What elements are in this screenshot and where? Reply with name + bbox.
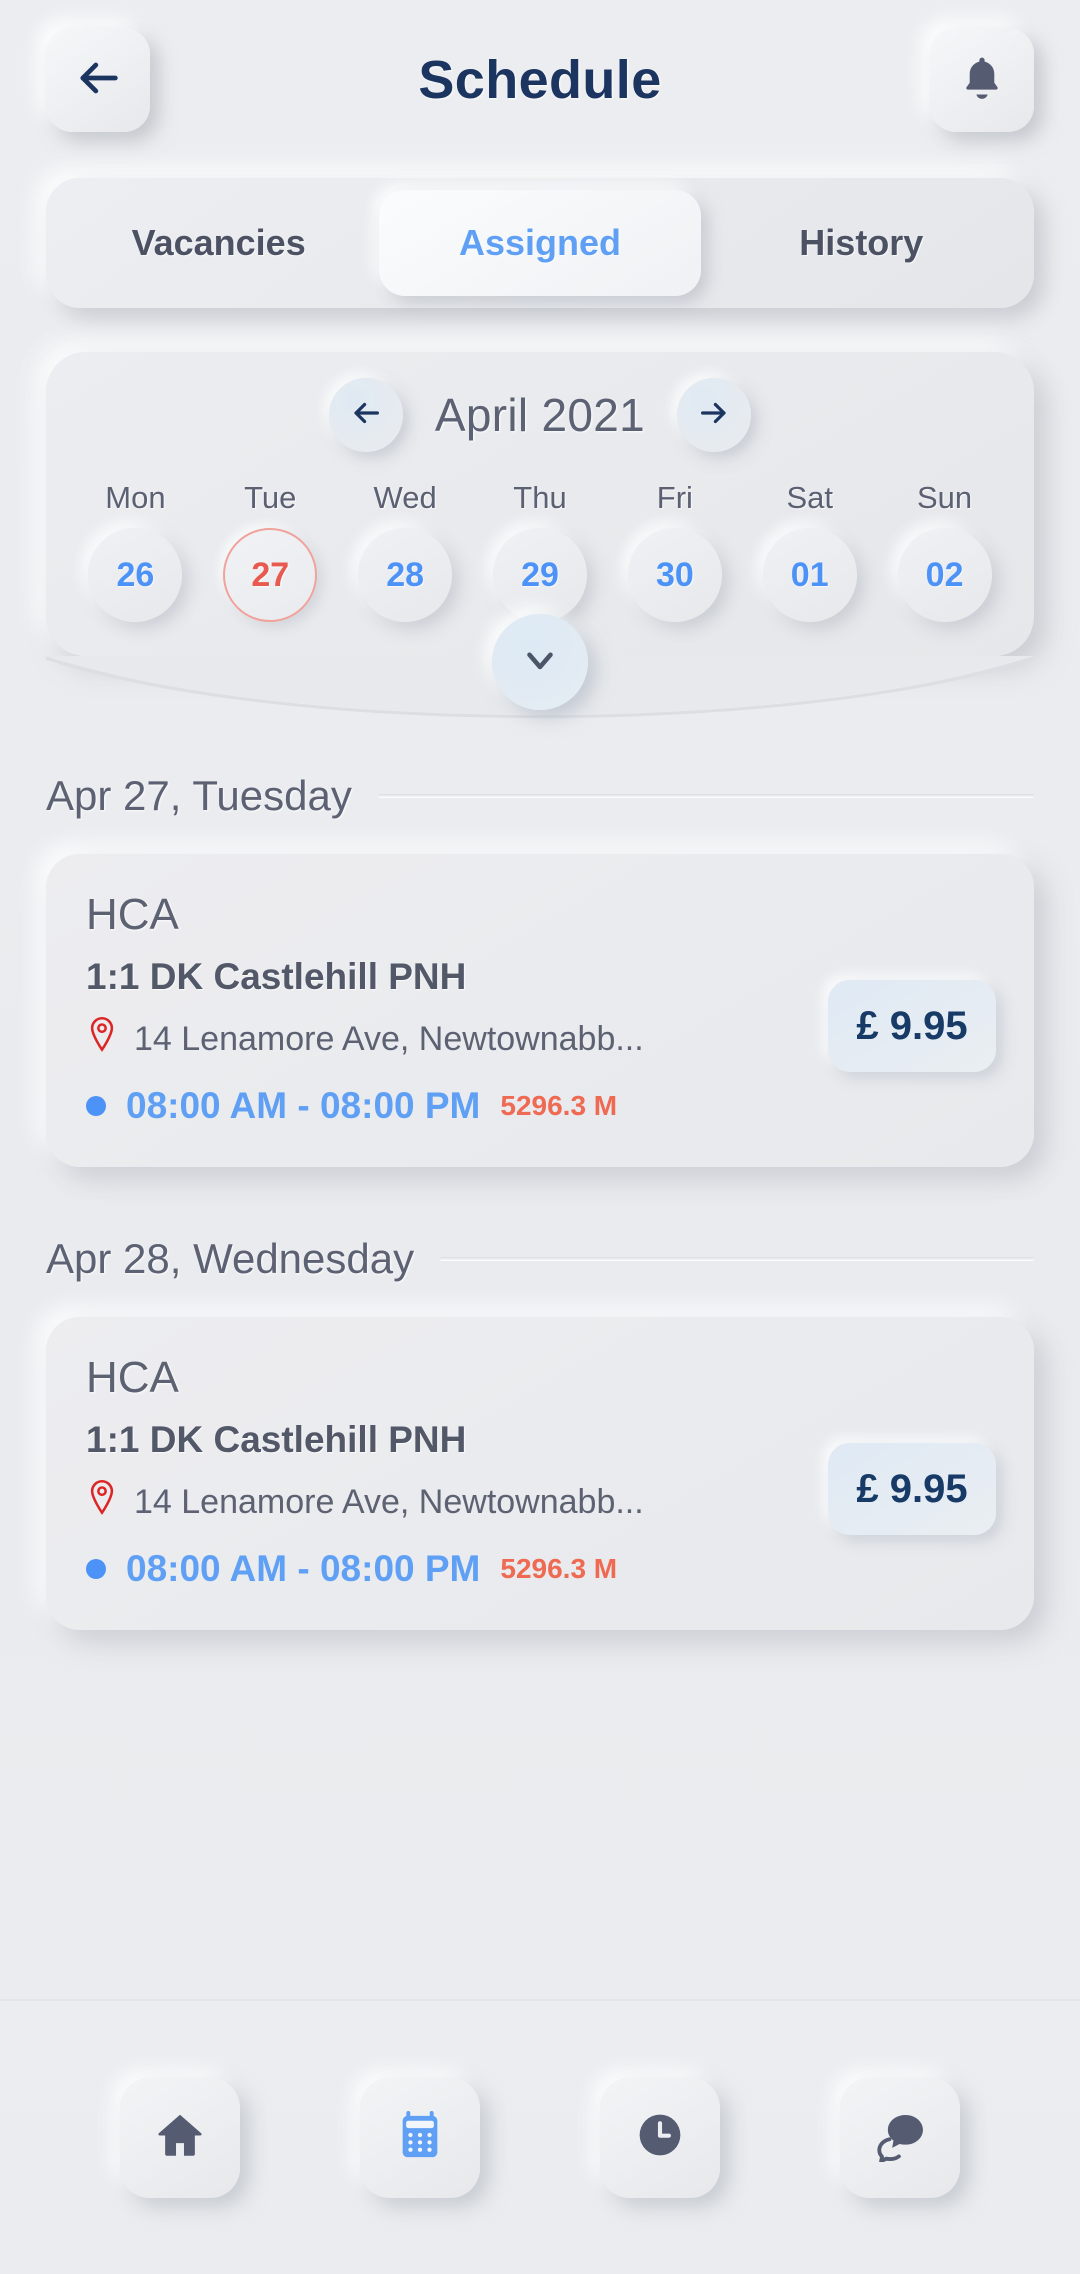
arrow-left-icon bbox=[72, 52, 124, 109]
page-title: Schedule bbox=[418, 50, 662, 110]
status-dot-icon bbox=[86, 1096, 106, 1116]
day-header-label: Apr 28, Wednesday bbox=[46, 1235, 415, 1282]
calendar-next-button[interactable] bbox=[677, 378, 752, 452]
date-cell: 26 bbox=[68, 528, 203, 622]
date-cell: 30 bbox=[607, 528, 742, 622]
calendar-icon bbox=[394, 2109, 446, 2166]
location-pin-icon bbox=[86, 1016, 118, 1063]
divider-line bbox=[377, 794, 1034, 798]
job-address-text: 14 Lenamore Ave, Newtownabb... bbox=[134, 1020, 644, 1058]
home-icon bbox=[153, 2108, 207, 2167]
job-distance: 5296.3 M bbox=[500, 1090, 618, 1121]
nav-history-button[interactable] bbox=[600, 2077, 720, 2198]
job-distance: 5296.3 M bbox=[500, 1553, 618, 1584]
location-pin-icon bbox=[86, 1479, 118, 1526]
date-button-30[interactable]: 30 bbox=[627, 528, 722, 622]
day-header: Apr 27, Tuesday bbox=[46, 772, 1034, 820]
weekday-label: Fri bbox=[656, 480, 693, 515]
weekday-label: Tue bbox=[244, 480, 297, 515]
status-dot-icon bbox=[86, 1559, 106, 1579]
day-header-label: Apr 27, Tuesday bbox=[46, 772, 352, 819]
clock-icon bbox=[634, 2109, 686, 2166]
calendar-month-label: April 2021 bbox=[434, 389, 646, 441]
date-button-29[interactable]: 29 bbox=[493, 528, 587, 622]
job-address-text: 14 Lenamore Ave, Newtownabb... bbox=[134, 1483, 644, 1521]
date-button-01[interactable]: 01 bbox=[762, 528, 857, 622]
weekday-label: Mon bbox=[105, 480, 166, 515]
date-button-28[interactable]: 28 bbox=[358, 528, 453, 622]
segmented-control: Vacancies Assigned History bbox=[46, 178, 1034, 308]
job-time: 08:00 AM - 08:00 PM bbox=[126, 1548, 481, 1589]
arrow-left-icon bbox=[349, 396, 383, 435]
weekday-label: Sun bbox=[917, 480, 973, 515]
weekday-row: Mon Tue Wed Thu Fri Sat Sun bbox=[68, 466, 1012, 528]
chat-icon bbox=[873, 2108, 927, 2167]
job-price-badge: £ 9.95 bbox=[828, 980, 996, 1072]
date-cell: 01 bbox=[742, 528, 877, 622]
tab-vacancies[interactable]: Vacancies bbox=[58, 190, 379, 296]
job-card[interactable]: HCA 1:1 DK Castlehill PNH 14 Lenamore Av… bbox=[46, 1317, 1034, 1630]
tabs-container: Vacancies Assigned History bbox=[0, 160, 1080, 308]
chevron-down-icon bbox=[519, 639, 561, 686]
day-group: Apr 28, Wednesday HCA 1:1 DK Castlehill … bbox=[46, 1235, 1034, 1630]
job-time: 08:00 AM - 08:00 PM bbox=[126, 1085, 481, 1126]
date-cell: 27 bbox=[203, 528, 338, 622]
tab-assigned[interactable]: Assigned bbox=[379, 190, 701, 296]
job-time-row: 08:00 AM - 08:00 PM 5296.3 M bbox=[86, 1548, 994, 1590]
nav-calendar-button[interactable] bbox=[360, 2077, 480, 2198]
weekday-label: Wed bbox=[373, 480, 437, 515]
nav-chat-button[interactable] bbox=[840, 2077, 960, 2198]
date-button-02[interactable]: 02 bbox=[897, 528, 992, 622]
day-header: Apr 28, Wednesday bbox=[46, 1235, 1034, 1283]
date-cell: 29 bbox=[473, 528, 608, 622]
job-price-badge: £ 9.95 bbox=[828, 1443, 996, 1535]
weekday-label: Thu bbox=[513, 480, 567, 515]
job-card[interactable]: HCA 1:1 DK Castlehill PNH 14 Lenamore Av… bbox=[46, 854, 1034, 1167]
date-row: 26 27 28 29 30 01 02 bbox=[68, 528, 1012, 622]
weekday-label: Sat bbox=[786, 480, 833, 515]
app-screen: Schedule Vacancies Assigned History Apri… bbox=[0, 0, 1080, 2274]
calendar-widget: April 2021 Mon Tue Wed Thu Fri Sat Sun 2… bbox=[46, 352, 1034, 656]
calendar-container: April 2021 Mon Tue Wed Thu Fri Sat Sun 2… bbox=[0, 308, 1080, 718]
date-cell: 28 bbox=[338, 528, 473, 622]
calendar-prev-button[interactable] bbox=[328, 378, 403, 452]
job-time-row: 08:00 AM - 08:00 PM 5296.3 M bbox=[86, 1085, 994, 1127]
date-cell: 02 bbox=[877, 528, 1012, 622]
bell-icon bbox=[957, 53, 1007, 108]
day-group: Apr 27, Tuesday HCA 1:1 DK Castlehill PN… bbox=[46, 772, 1034, 1167]
job-role: HCA bbox=[86, 890, 179, 939]
bottom-navigation bbox=[0, 1999, 1080, 2274]
date-button-26[interactable]: 26 bbox=[88, 528, 183, 622]
divider-line bbox=[440, 1257, 1034, 1261]
back-button[interactable] bbox=[46, 28, 150, 132]
arrow-right-icon bbox=[697, 396, 731, 435]
job-role: HCA bbox=[86, 1353, 179, 1402]
calendar-expand-button[interactable] bbox=[492, 614, 588, 710]
notifications-button[interactable] bbox=[930, 28, 1034, 132]
app-header: Schedule bbox=[0, 0, 1080, 160]
nav-home-button[interactable] bbox=[120, 2077, 240, 2198]
date-button-27-selected[interactable]: 27 bbox=[223, 528, 318, 622]
tab-history[interactable]: History bbox=[701, 190, 1022, 296]
calendar-header: April 2021 bbox=[68, 378, 1012, 452]
